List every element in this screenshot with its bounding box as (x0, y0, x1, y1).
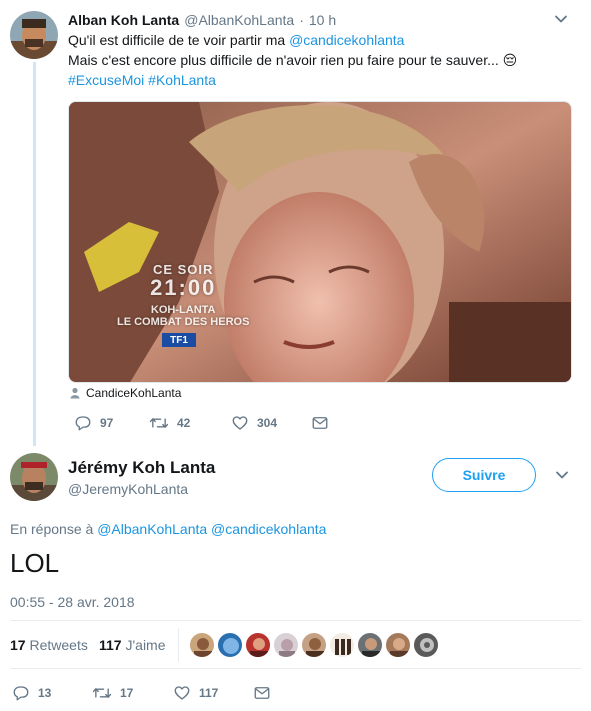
liker-avatar-image (335, 639, 351, 655)
alban-avatar-image (10, 11, 58, 59)
parent-retweet-count: 42 (177, 416, 191, 430)
main-timestamp[interactable]: 00:55 - 28 avr. 2018 (10, 594, 135, 610)
media-thumbnail (69, 102, 571, 382)
liker-avatar[interactable] (385, 632, 411, 658)
like-stat-label: J'aime (125, 637, 166, 653)
overlay-show: KOH-LANTA (150, 304, 216, 316)
liker-avatar-image (390, 638, 408, 657)
thread-connector (33, 62, 36, 446)
liker-avatar[interactable] (301, 632, 327, 658)
reply-icon (13, 686, 29, 701)
envelope-icon (312, 417, 328, 429)
parent-caret-button[interactable] (554, 12, 568, 31)
liker-avatar-image (250, 638, 268, 657)
parent-display-name[interactable]: Alban Koh Lanta (68, 12, 179, 28)
parent-retweet-button[interactable]: 42 (149, 414, 190, 432)
stats-divider-bottom (10, 668, 581, 669)
liker-avatar-image (306, 638, 324, 657)
retweet-stat-label: Retweets (29, 637, 88, 653)
mention-candice[interactable]: @candicekohlanta (289, 32, 404, 48)
retweet-stat-count: 17 (10, 637, 26, 653)
parent-line2-text: Mais c'est encore plus difficile de n'av… (68, 52, 499, 68)
main-display-name[interactable]: Jérémy Koh Lanta (68, 458, 215, 478)
media-tag-name: CandiceKohLanta (86, 386, 182, 400)
reply-context: En réponse à @AlbanKohLanta @candicekohl… (10, 521, 326, 537)
jeremy-avatar-image (10, 453, 58, 501)
liker-avatar-image (279, 639, 295, 657)
parent-dm-button[interactable] (311, 414, 337, 432)
parent-tweet-text: Qu'il est difficile de te voir partir ma… (68, 30, 568, 90)
liker-avatar[interactable] (357, 632, 383, 658)
parent-media-video[interactable]: CE SOIR 21:00 KOH-LANTA LE COMBAT DES HE… (68, 101, 572, 383)
liker-avatar[interactable] (217, 632, 243, 658)
liker-avatar-image (420, 638, 434, 652)
parent-header: Alban Koh Lanta @AlbanKohLanta · 10 h (68, 12, 336, 28)
parent-reply-count: 97 (100, 416, 114, 430)
main-reply-count: 13 (38, 686, 52, 700)
liker-avatar[interactable] (189, 632, 215, 658)
reply-prefix: En réponse à (10, 521, 94, 537)
stats-divider-top (10, 620, 581, 621)
retweet-icon (92, 688, 112, 698)
parent-like-count: 304 (257, 416, 278, 430)
retweet-icon (149, 418, 169, 428)
main-retweet-button[interactable]: 17 (92, 684, 133, 702)
main-caret-button[interactable] (555, 468, 569, 487)
main-handle[interactable]: @JeremyKohLanta (68, 481, 188, 497)
stats-separator (178, 628, 179, 662)
chevron-down-icon (555, 15, 567, 23)
retweet-stat[interactable]: 17 Retweets (10, 637, 88, 653)
main-reply-button[interactable]: 13 (12, 684, 51, 702)
follow-button[interactable]: Suivre (432, 458, 536, 492)
liker-avatar-image (223, 638, 239, 654)
chevron-down-icon (556, 471, 568, 479)
hashtag-excusemoi[interactable]: #ExcuseMoi (68, 72, 144, 88)
liker-avatar[interactable] (413, 632, 439, 658)
media-person-tag[interactable]: CandiceKohLanta (70, 386, 181, 400)
main-tweet-text: LOL (10, 548, 60, 578)
main-retweet-count: 17 (120, 686, 134, 700)
liker-avatar-image (362, 638, 380, 657)
time-separator: · (299, 12, 304, 28)
parent-time[interactable]: 10 h (309, 12, 336, 28)
reply-icon (75, 416, 91, 431)
parent-reply-button[interactable]: 97 (74, 414, 113, 432)
main-like-button[interactable]: 117 (173, 684, 218, 702)
overlay-time: 21:00 (150, 275, 217, 300)
main-dm-button[interactable] (253, 684, 279, 702)
liker-avatar-image (194, 638, 212, 657)
hashtag-kohlanta[interactable]: #KohLanta (148, 72, 216, 88)
heart-icon (232, 416, 248, 430)
alban-avatar[interactable] (10, 11, 58, 59)
pensive-emoji: 😔 (502, 52, 518, 68)
parent-line1-text: Qu'il est difficile de te voir partir ma (68, 32, 290, 48)
liker-avatar[interactable] (329, 632, 355, 658)
tf1-logo: TF1 (162, 333, 196, 347)
jeremy-avatar[interactable] (10, 453, 58, 501)
media-overlay: CE SOIR 21:00 KOH-LANTA LE COMBAT DES HE… (117, 262, 249, 328)
like-stat-count: 117 (99, 637, 122, 653)
heart-icon (174, 686, 190, 700)
like-stat[interactable]: 117 J'aime (99, 637, 166, 653)
parent-like-button[interactable]: 304 (231, 414, 277, 432)
parent-handle[interactable]: @AlbanKohLanta (184, 12, 294, 28)
overlay-episode: LE COMBAT DES HEROS (117, 316, 250, 328)
liker-avatar[interactable] (273, 632, 299, 658)
reply-mention-alban[interactable]: @AlbanKohLanta (97, 521, 207, 537)
reply-mention-candice[interactable]: @candicekohlanta (211, 521, 326, 537)
person-icon (70, 387, 80, 399)
envelope-icon (254, 687, 270, 699)
liker-avatar[interactable] (245, 632, 271, 658)
main-like-count: 117 (199, 686, 219, 700)
